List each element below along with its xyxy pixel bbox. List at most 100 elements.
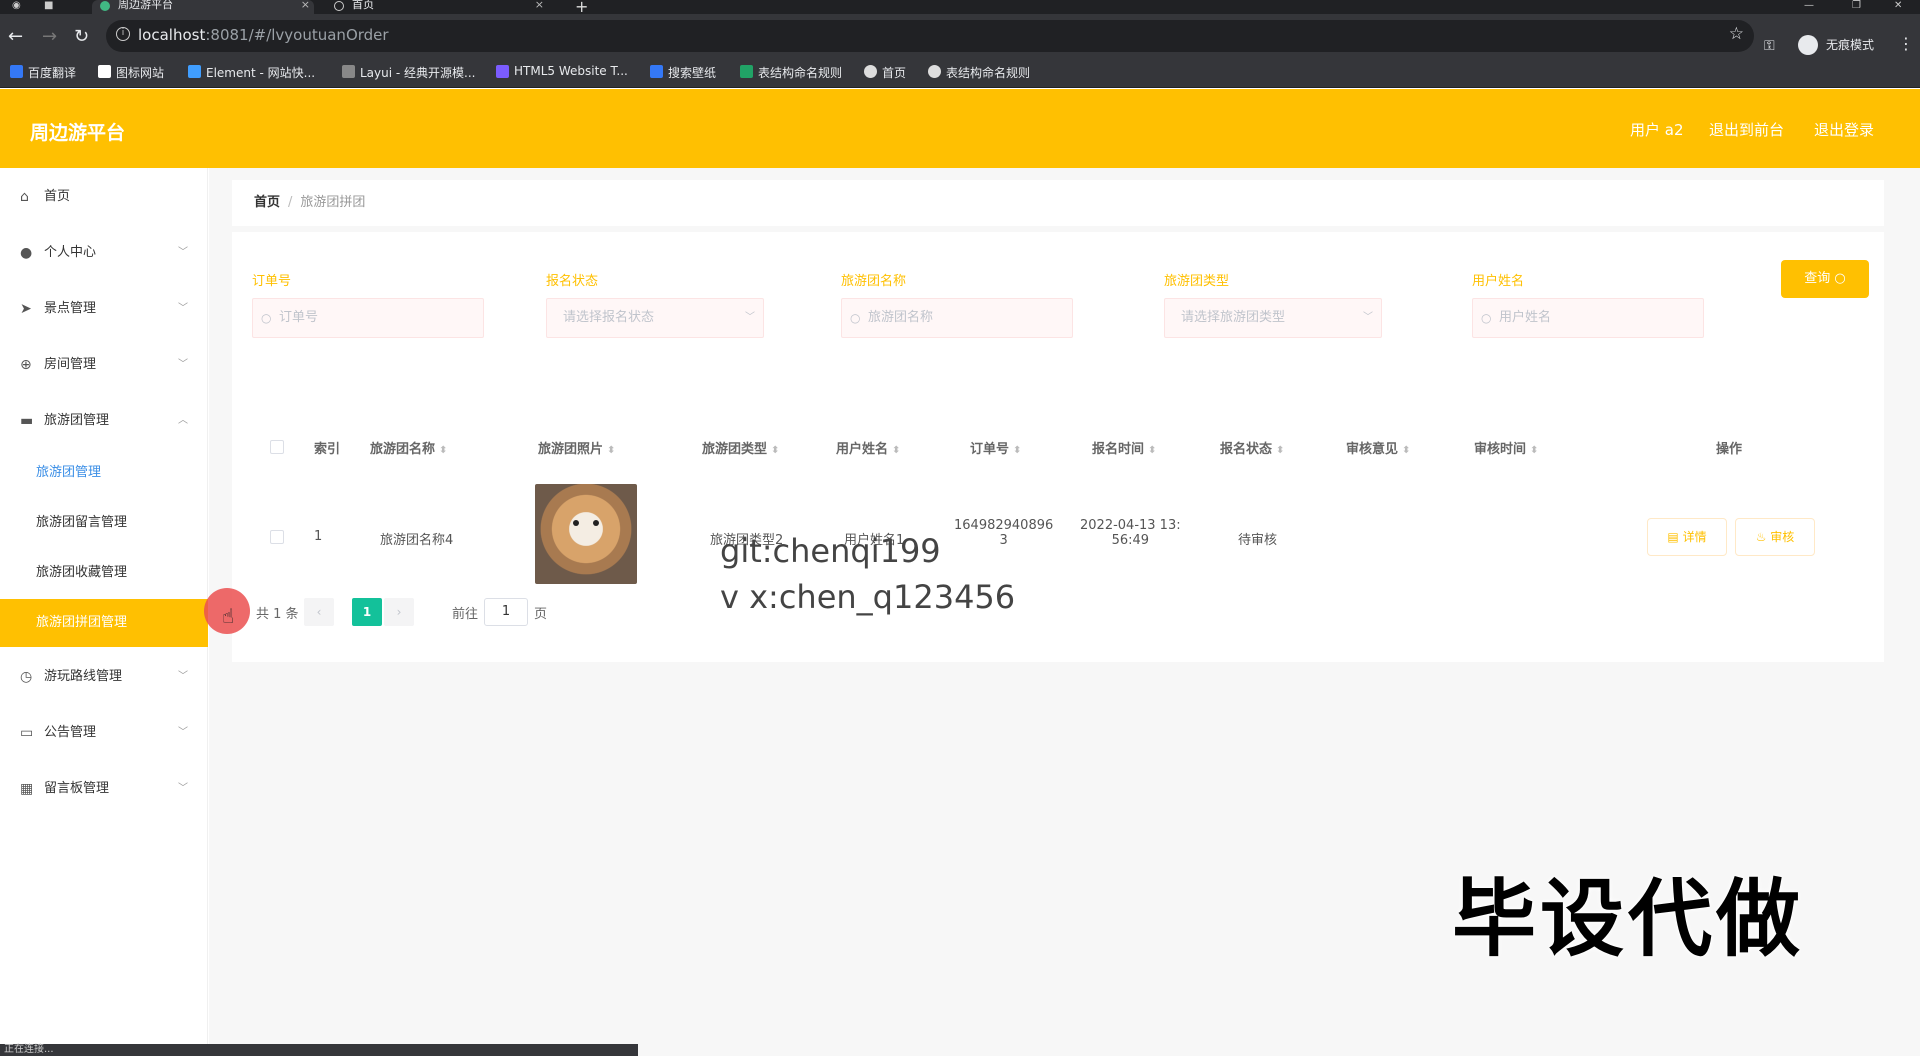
bookmark-item[interactable]: 首页 xyxy=(864,64,906,81)
detail-button[interactable]: ▤ 详情 xyxy=(1647,518,1727,556)
filter-label-tour-type: 旅游团类型 xyxy=(1164,274,1230,289)
col-header-opinion[interactable]: 审核意见 ⬍ xyxy=(1346,438,1410,457)
input-placeholder: 旅游团名称 xyxy=(868,310,934,325)
sidebar-item-label: 个人中心 xyxy=(44,245,97,260)
select-placeholder: 请选择旅游团类型 xyxy=(1181,310,1286,325)
breadcrumb-home[interactable]: 首页 xyxy=(254,195,280,210)
page-button-current[interactable]: 1 xyxy=(352,598,382,626)
site-info-icon[interactable]: i xyxy=(116,27,130,41)
col-header-review-time[interactable]: 审核时间 ⬍ xyxy=(1474,438,1538,457)
sidebar-item-label: 首页 xyxy=(44,189,71,204)
col-header-tour-photo[interactable]: 旅游团照片 ⬍ xyxy=(538,438,615,457)
input-placeholder: 用户姓名 xyxy=(1499,310,1552,325)
query-button-label: 查询 xyxy=(1804,271,1831,286)
menu-dots-icon[interactable]: ⋮ xyxy=(1898,34,1914,53)
tour-photo[interactable] xyxy=(535,484,637,584)
prev-page-button[interactable]: ‹ xyxy=(304,598,334,626)
chevron-down-icon: ﹀ xyxy=(178,247,188,258)
sidebar-item-notices[interactable]: ▭ 公告管理 ﹀ xyxy=(0,713,208,753)
bookmark-item[interactable]: 搜索壁纸 xyxy=(650,64,716,81)
sidebar-item-home[interactable]: ⌂ 首页 xyxy=(0,177,208,217)
close-window-icon[interactable]: ✕ xyxy=(1894,0,1902,11)
status-select[interactable]: 请选择报名状态 ﹀ xyxy=(546,298,764,338)
chrome-icon: ◉ xyxy=(12,0,21,11)
tour-name-input[interactable]: ○ 旅游团名称 xyxy=(841,298,1073,338)
sidebar-item-profile[interactable]: ● 个人中心 ﹀ xyxy=(0,233,208,273)
tab-close-icon[interactable]: × xyxy=(301,0,310,10)
pagination-goto-input[interactable]: 1 xyxy=(484,598,528,626)
cell-status: 待审核 xyxy=(1238,533,1278,548)
bookmark-item[interactable]: Layui - 经典开源模... xyxy=(342,64,475,81)
tab-close-icon[interactable]: × xyxy=(535,0,544,10)
bookmark-item[interactable]: 表结构命名规则 xyxy=(928,64,1030,81)
review-button[interactable]: ♨ 审核 xyxy=(1735,518,1815,556)
tab-main[interactable]: 周边游平台 × xyxy=(92,0,314,14)
sidebar-subitem-tour-favorites[interactable]: 旅游团收藏管理 xyxy=(0,549,208,597)
app-header: 周边游平台 用户 a2 退出到前台 退出登录 xyxy=(0,89,1920,168)
search-icon: ○ xyxy=(261,311,272,325)
tab-title: 首页 xyxy=(352,0,374,11)
reload-icon[interactable]: ↻ xyxy=(74,26,89,47)
row-checkbox[interactable] xyxy=(270,530,284,544)
vue-icon xyxy=(100,1,110,11)
chevron-down-icon: ﹀ xyxy=(745,312,755,323)
back-icon[interactable]: ← xyxy=(8,26,23,47)
sort-icon: ⬍ xyxy=(439,445,448,456)
key-icon[interactable]: ⚿ xyxy=(1764,38,1775,54)
sidebar-item-label: 旅游团管理 xyxy=(44,413,110,428)
minimize-icon[interactable]: — xyxy=(1804,0,1814,11)
forward-icon[interactable]: → xyxy=(42,26,57,47)
user-name-input[interactable]: ○ 用户姓名 xyxy=(1472,298,1704,338)
filter-label-order-no: 订单号 xyxy=(252,274,292,289)
filter-label-user-name: 用户姓名 xyxy=(1472,274,1525,289)
chevron-down-icon: ﹀ xyxy=(178,727,188,738)
sidebar-item-tour-groups[interactable]: ▬ 旅游团管理 ︿ xyxy=(0,401,208,441)
col-header-tour-type[interactable]: 旅游团类型 ⬍ xyxy=(702,438,779,457)
select-all-checkbox[interactable] xyxy=(270,440,284,454)
sidebar-item-attractions[interactable]: ➤ 景点管理 ﹀ xyxy=(0,289,208,329)
bookmark-star-icon[interactable]: ☆ xyxy=(1729,24,1744,44)
tab-search-icon[interactable]: ■ xyxy=(44,0,53,11)
photo-detail xyxy=(573,520,579,526)
col-header-user-name[interactable]: 用户姓名 ⬍ xyxy=(836,438,900,457)
cell-order-no: 164982940896 3 xyxy=(954,518,1054,548)
sidebar-item-label: 留言板管理 xyxy=(44,781,110,796)
sort-icon: ⬍ xyxy=(892,445,901,456)
search-icon: ○ xyxy=(850,311,861,325)
sidebar-subitem-tour-comments[interactable]: 旅游团留言管理 xyxy=(0,499,208,547)
incognito-badge[interactable]: 无痕模式 xyxy=(1796,34,1892,56)
maximize-icon[interactable]: ❐ xyxy=(1852,0,1861,11)
col-header-order-no[interactable]: 订单号 ⬍ xyxy=(970,438,1021,457)
query-button[interactable]: 查询 ○ xyxy=(1781,260,1869,298)
col-header-signup-time[interactable]: 报名时间 ⬍ xyxy=(1092,438,1156,457)
bookmark-item[interactable]: 图标网站 xyxy=(98,64,164,81)
sidebar-subitem-tour-group[interactable]: 旅游团管理 xyxy=(0,449,208,497)
bookmark-item[interactable]: 表结构命名规则 xyxy=(740,64,842,81)
sidebar-item-rooms[interactable]: ⊕ 房间管理 ﹀ xyxy=(0,345,208,385)
pagination-total: 共 1 条 xyxy=(256,607,299,622)
next-page-button[interactable]: › xyxy=(384,598,414,626)
tab-home[interactable]: 首页 × xyxy=(326,0,548,14)
bookmark-item[interactable]: Element - 网站快... xyxy=(188,64,315,81)
content-panel: 订单号 报名状态 旅游团名称 旅游团类型 用户姓名 ○ 订单号 请选择报名状态 ﹀ … xyxy=(232,232,1884,662)
sidebar-item-label: 房间管理 xyxy=(44,357,97,372)
url-field[interactable]: i localhost:8081/#/lvyoutuanOrder ☆ xyxy=(106,20,1754,52)
pagination-page-suffix: 页 xyxy=(534,607,548,622)
sidebar-item-routes[interactable]: ◷ 游玩路线管理 ﹀ xyxy=(0,657,208,697)
bookmark-item[interactable]: 百度翻译 xyxy=(10,64,76,81)
order-no-input[interactable]: ○ 订单号 xyxy=(252,298,484,338)
sidebar-item-messageboard[interactable]: ▦ 留言板管理 ﹀ xyxy=(0,769,208,809)
sidebar-subitem-tour-orders[interactable]: 旅游团拼团管理 xyxy=(0,599,208,647)
document-icon: ▤ xyxy=(1667,530,1679,544)
detail-button-label: 详情 xyxy=(1682,530,1707,544)
bookmark-item[interactable]: HTML5 Website T... xyxy=(496,64,628,78)
col-header-tour-name[interactable]: 旅游团名称 ⬍ xyxy=(370,438,447,457)
sort-icon: ⬍ xyxy=(1013,445,1022,456)
cell-signup-time: 2022-04-13 13: 56:49 xyxy=(1080,518,1181,548)
back-to-front-link[interactable]: 退出到前台 xyxy=(1709,119,1784,140)
grid-icon: ▦ xyxy=(20,781,34,797)
col-header-status[interactable]: 报名状态 ⬍ xyxy=(1220,438,1284,457)
logout-link[interactable]: 退出登录 xyxy=(1814,119,1874,140)
filter-label-status: 报名状态 xyxy=(546,274,599,289)
tour-type-select[interactable]: 请选择旅游团类型 ﹀ xyxy=(1164,298,1382,338)
